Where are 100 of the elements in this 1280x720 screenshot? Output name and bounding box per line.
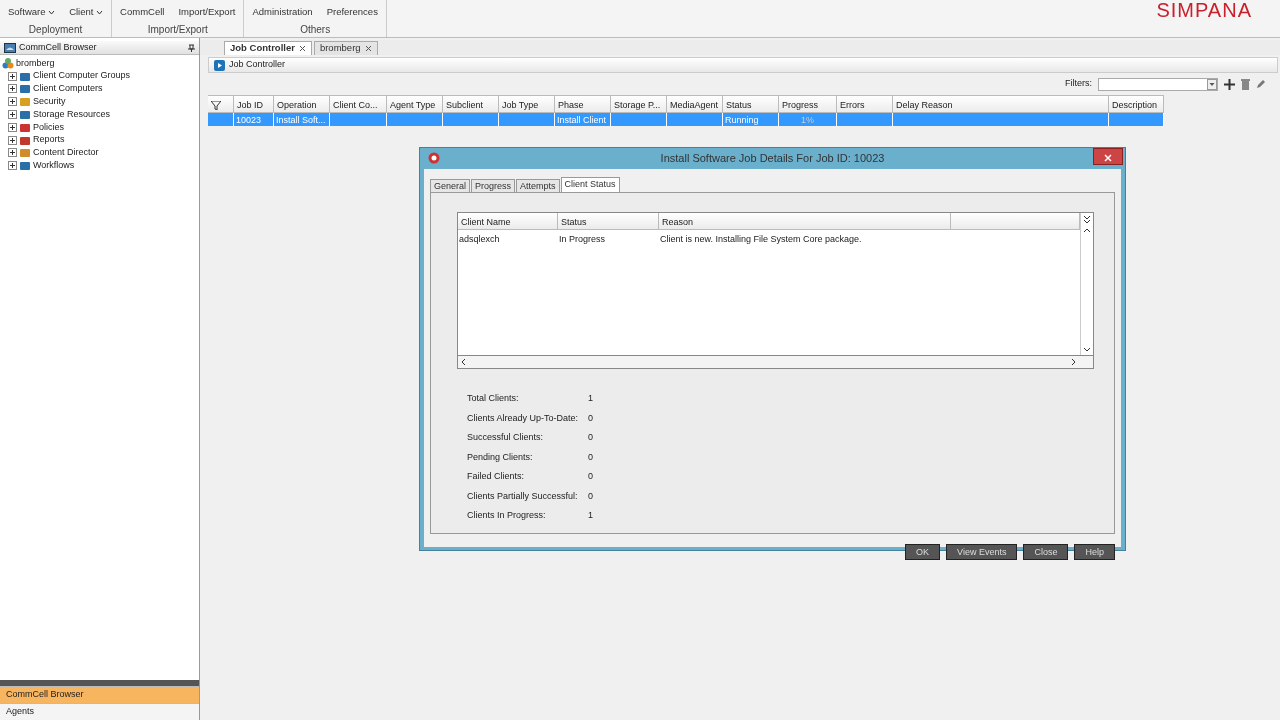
column-header[interactable]: Job ID — [234, 95, 274, 113]
column-header[interactable]: Progress — [779, 95, 837, 113]
column-header[interactable]: MediaAgent — [667, 95, 723, 113]
column-chooser-icon[interactable] — [1081, 213, 1093, 225]
tab[interactable]: Job Controller — [224, 41, 312, 55]
close-icon[interactable] — [298, 45, 306, 52]
logo: SIMPANA — [1156, 0, 1252, 23]
job-controller-icon — [214, 59, 225, 71]
expand-icon[interactable] — [8, 161, 17, 171]
table-cell — [330, 113, 387, 126]
nav-item[interactable]: CommCell Browser — [0, 686, 199, 703]
tree-item[interactable]: bromberg — [16, 56, 55, 71]
close-icon — [1104, 154, 1112, 163]
close-button[interactable] — [1093, 148, 1123, 165]
column-header[interactable]: Client Co... — [330, 95, 387, 113]
filters-label: Filters: — [1065, 77, 1092, 91]
browser-icon — [4, 42, 16, 53]
column-header[interactable]: Operation — [274, 95, 330, 113]
table-cell — [1109, 113, 1164, 126]
folder-icon — [19, 147, 31, 159]
row-selector[interactable] — [208, 113, 234, 126]
tab[interactable]: Attempts — [516, 179, 560, 192]
table-cell-text: In Progress — [558, 233, 607, 246]
ribbon-button[interactable]: Preferences — [326, 4, 378, 19]
summary-label: Successful Clients: — [467, 431, 545, 444]
filters-dropdown[interactable] — [1098, 77, 1218, 91]
dialog-button[interactable]: View Events — [946, 543, 1018, 560]
tree-item[interactable]: Security — [33, 95, 66, 109]
tab[interactable]: Progress — [471, 179, 516, 192]
column-header[interactable]: Storage P... — [611, 95, 667, 113]
table-cell: Install Soft... — [274, 113, 330, 126]
column-header[interactable]: Client Name — [458, 213, 558, 230]
expand-icon[interactable] — [8, 84, 17, 94]
column-header[interactable]: Phase — [555, 95, 611, 113]
summary-label: Clients Partially Successful: — [467, 489, 579, 503]
summary-value: 0 — [588, 431, 594, 444]
tree-item[interactable]: Workflows — [33, 159, 75, 173]
summary-value: 1 — [588, 509, 594, 522]
expand-icon[interactable] — [8, 97, 17, 107]
expand-icon[interactable] — [8, 71, 17, 81]
table-cell — [611, 113, 667, 126]
panel-title: CommCell Browser — [19, 40, 97, 54]
table-cell — [499, 113, 555, 126]
table-cell — [387, 113, 443, 126]
tree-item[interactable]: Client Computers — [33, 82, 103, 96]
tree-item[interactable]: Client Computer Groups — [33, 69, 131, 83]
group-label: Others — [299, 23, 332, 37]
tab[interactable]: bromberg — [313, 41, 378, 55]
summary-value: 0 — [588, 450, 594, 464]
table-cell — [443, 113, 499, 126]
table-cell: Running — [723, 113, 779, 126]
table-cell — [837, 113, 893, 126]
tab[interactable]: General — [430, 179, 471, 192]
expand-icon[interactable] — [8, 135, 17, 145]
pencil-icon[interactable] — [1256, 79, 1266, 89]
trash-icon[interactable] — [1241, 78, 1250, 90]
tree-item[interactable]: Reports — [33, 133, 65, 147]
summary-value: 1 — [588, 392, 594, 405]
folder-icon — [19, 96, 31, 108]
column-header[interactable]: Status — [723, 95, 779, 113]
folder-icon — [19, 134, 31, 146]
caret-icon — [1207, 78, 1217, 90]
column-header[interactable]: Subclient — [443, 95, 499, 113]
ribbon-button[interactable]: CommCell — [120, 4, 165, 19]
add-icon[interactable] — [1224, 78, 1235, 90]
summary-value: 0 — [588, 411, 594, 425]
column-header[interactable]: Job Type — [499, 95, 555, 113]
close-icon[interactable] — [364, 45, 372, 52]
column-header[interactable]: Errors — [837, 95, 893, 113]
tree-item[interactable]: Storage Resources — [33, 107, 111, 122]
tree-item[interactable]: Policies — [33, 120, 64, 135]
summary-value: 0 — [588, 489, 594, 503]
tree-item[interactable]: Content Director — [33, 146, 99, 160]
dialog-button[interactable]: Help — [1074, 543, 1115, 560]
dialog-title: Install Software Job Details For Job ID: 10023 — [660, 151, 885, 167]
ribbon-button[interactable]: Administration — [252, 4, 313, 19]
folder-icon — [19, 121, 31, 133]
tab[interactable]: Client Status — [560, 177, 620, 192]
nav-item[interactable]: Agents — [0, 703, 199, 720]
ribbon-button[interactable]: Client — [69, 4, 104, 19]
summary-label: Total Clients: — [467, 392, 520, 405]
column-header[interactable]: Description — [1109, 95, 1164, 113]
filter-icon[interactable] — [208, 95, 234, 113]
column-header[interactable]: Reason — [659, 213, 951, 230]
folder-icon — [19, 160, 31, 172]
column-header[interactable]: Agent Type — [387, 95, 443, 113]
expand-icon[interactable] — [8, 122, 17, 132]
pin-icon[interactable] — [188, 43, 195, 52]
summary-label: Pending Clients: — [467, 450, 534, 464]
expand-icon[interactable] — [8, 148, 17, 158]
app-icon — [428, 152, 440, 164]
dialog-button[interactable]: Close — [1023, 543, 1069, 560]
summary-label: Failed Clients: — [467, 470, 526, 483]
expand-icon[interactable] — [8, 110, 17, 120]
column-header[interactable]: Status — [558, 213, 659, 230]
dialog-button[interactable]: OK — [905, 543, 941, 560]
progress-cell: 1% — [779, 113, 837, 126]
ribbon-button[interactable]: Import/Export — [178, 4, 236, 19]
column-header[interactable]: Delay Reason — [893, 95, 1109, 113]
ribbon-button[interactable]: Software — [8, 4, 56, 19]
